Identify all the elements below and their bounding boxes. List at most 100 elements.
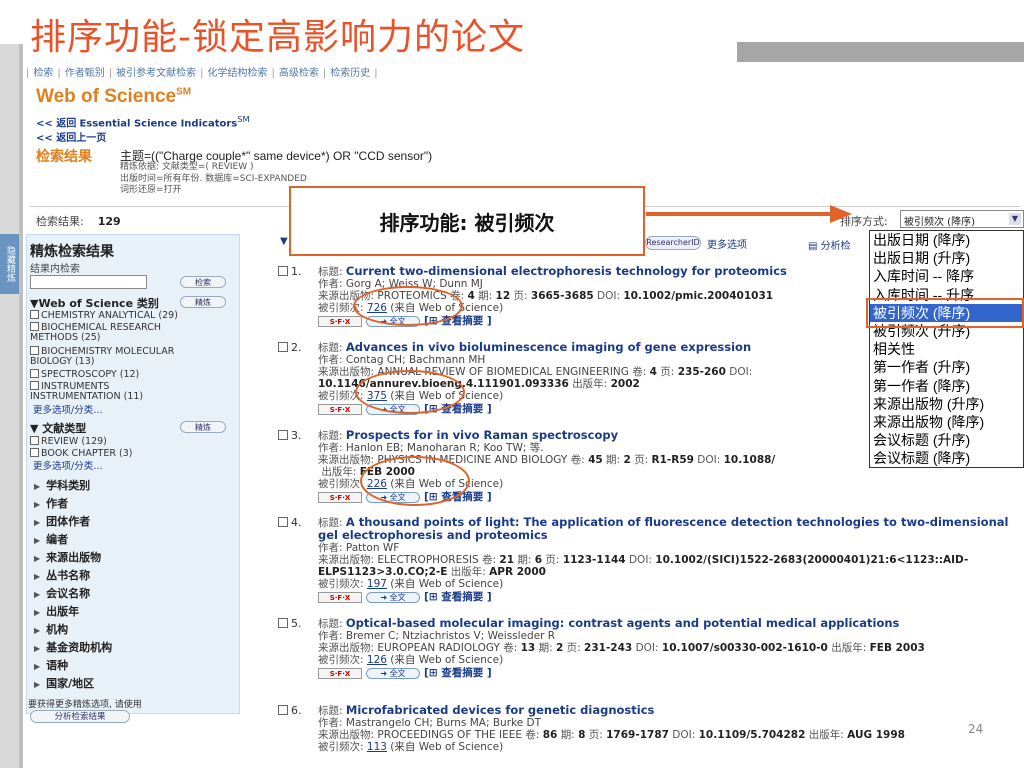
- back-links: << 返回 Essential Science IndicatorsSM << …: [36, 112, 250, 146]
- category-checkbox[interactable]: BIOCHEMICAL RESEARCH METHODS (25): [30, 322, 200, 343]
- category-checkbox[interactable]: SPECTROSCOPY (12): [30, 369, 139, 380]
- sidebar-title: 精炼检索结果: [30, 244, 114, 260]
- record-authors: Patton WF: [345, 542, 400, 554]
- back-up-link[interactable]: << 返回上一页: [36, 131, 250, 146]
- sidebar-item-editor[interactable]: ▶ 编者: [34, 531, 68, 547]
- triangle-right-icon: ▶: [34, 644, 41, 653]
- record-authors: Contag CH; Bachmann MH: [345, 354, 486, 366]
- left-decor-stripe: [0, 44, 19, 768]
- record-title-link[interactable]: Optical-based molecular imaging: contras…: [346, 616, 899, 630]
- sidebar-item-country[interactable]: ▶ 国家/地区: [34, 675, 94, 691]
- callout-box: 排序功能: 被引频次: [289, 186, 645, 256]
- record-title-link[interactable]: Prospects for in vivo Raman spectroscopy: [346, 428, 618, 442]
- more-options-link[interactable]: 更多选项: [707, 236, 747, 251]
- within-results-label: 结果内检索: [30, 264, 80, 275]
- page-number: 24: [968, 722, 984, 736]
- sfx-button[interactable]: S·F·X: [318, 591, 362, 603]
- nav-structure-search[interactable]: 化学结构检索: [204, 68, 272, 79]
- sidebar-item-author[interactable]: ▶ 作者: [34, 495, 68, 511]
- search-results-label: 检索结果: [36, 149, 92, 165]
- highlight-ellipse: [355, 370, 465, 414]
- triangle-right-icon: ▶: [34, 608, 41, 617]
- record-title-link[interactable]: Microfabricated devices for genetic diag…: [346, 703, 654, 717]
- category-checkbox[interactable]: BIOCHEMISTRY MOLECULAR BIOLOGY (13): [30, 346, 210, 367]
- highlight-ellipse: [360, 456, 470, 506]
- highlight-ellipse: [353, 286, 463, 326]
- chevron-down-icon: ▼: [1009, 213, 1021, 225]
- analyze-results-button[interactable]: 分析检索结果: [30, 710, 130, 723]
- triangle-right-icon: ▶: [34, 572, 41, 581]
- sort-option[interactable]: 出版日期 (降序): [870, 231, 1023, 249]
- results-toolbar: ▼: [280, 236, 288, 247]
- record-authors: Mastrangelo CH; Burns MA; Burke DT: [345, 717, 542, 729]
- more-doctypes-link[interactable]: 更多选项/分类…: [33, 458, 103, 472]
- nav-search-history[interactable]: 检索历史: [326, 68, 374, 79]
- full-text-button[interactable]: ➜ 全文: [366, 667, 420, 679]
- sidebar-item-source[interactable]: ▶ 来源出版物: [34, 549, 101, 565]
- times-cited-link[interactable]: 126: [367, 654, 387, 666]
- record-checkbox[interactable]: 1.: [278, 266, 302, 278]
- left-decor-stripe-inner: [19, 44, 23, 768]
- analyze-results-link[interactable]: ▤ 分析检: [808, 237, 851, 252]
- record-checkbox[interactable]: 4.: [278, 517, 302, 529]
- sfx-button[interactable]: S·F·X: [318, 667, 362, 679]
- refine-button[interactable]: 精炼: [180, 421, 226, 433]
- sidebar-item-organization[interactable]: ▶ 机构: [34, 621, 68, 637]
- slide-title: 排序功能-锁定高影响力的论文: [30, 17, 525, 58]
- sidebar-item-group-author[interactable]: ▶ 团体作者: [34, 513, 90, 529]
- full-text-button[interactable]: ➜ 全文: [366, 591, 420, 603]
- sfx-button[interactable]: S·F·X: [318, 403, 362, 415]
- within-results-input[interactable]: [30, 275, 147, 289]
- nav-search[interactable]: 检索: [29, 68, 57, 79]
- nav-cited-ref-search[interactable]: 被引参考文献检索: [112, 68, 200, 79]
- sidebar-item-language[interactable]: ▶ 语种: [34, 657, 68, 673]
- sidebar-item-subject[interactable]: ▶ 学科类别: [34, 477, 90, 493]
- sfx-button[interactable]: S·F·X: [318, 315, 362, 327]
- record-checkbox[interactable]: 5.: [278, 618, 302, 630]
- category-checkbox[interactable]: INSTRUMENTS INSTRUMENTATION (11): [30, 381, 200, 402]
- triangle-right-icon: ▶: [34, 536, 41, 545]
- nav-author-finder[interactable]: 作者甄别: [61, 68, 109, 79]
- refine-button[interactable]: 精炼: [180, 296, 226, 308]
- result-record: 5. 标题: Optical-based molecular imaging: …: [278, 617, 1018, 680]
- sidebar-item-series[interactable]: ▶ 丛书名称: [34, 567, 90, 583]
- record-checkbox[interactable]: 3.: [278, 430, 302, 442]
- hide-refine-tab[interactable]: 隐藏精炼: [0, 234, 19, 294]
- callout-arrow: [646, 212, 831, 216]
- doctype-checkbox[interactable]: REVIEW (129): [30, 436, 107, 447]
- triangle-right-icon: ▶: [34, 590, 41, 599]
- triangle-right-icon: ▶: [34, 500, 41, 509]
- results-count: 检索结果: 129: [36, 215, 121, 228]
- within-search-button[interactable]: 检索: [180, 276, 226, 288]
- record-title-link[interactable]: Advances in vivo bioluminescence imaging…: [346, 340, 751, 354]
- category-checkbox[interactable]: CHEMISTRY ANALYTICAL (29): [30, 310, 178, 321]
- refine-info: 精炼依据: 文献类型=( REVIEW ) 出版时间=所有年份. 数据库=SCI…: [120, 162, 307, 195]
- record-title-link[interactable]: A thousand points of light: The applicat…: [318, 515, 1008, 542]
- result-record: 4. 标题: A thousand points of light: The a…: [278, 516, 1018, 604]
- record-authors: Bremer C; Ntziachristos V; Weissleder R: [345, 630, 556, 642]
- times-cited-link[interactable]: 197: [367, 578, 387, 590]
- back-to-esi-link[interactable]: << 返回 Essential Science IndicatorsSM: [36, 112, 250, 131]
- doc-type-heading[interactable]: ▼ 文献类型: [30, 420, 86, 436]
- more-categories-link[interactable]: 更多选项/分类…: [33, 402, 103, 416]
- triangle-right-icon: ▶: [34, 554, 41, 563]
- sort-select[interactable]: 被引频次 (降序) ▼: [900, 210, 1024, 228]
- view-abstract-link[interactable]: [⊞ 查看摘要 ]: [424, 667, 492, 679]
- sidebar-item-funding[interactable]: ▶ 基金资助机构: [34, 639, 112, 655]
- nav-advanced-search[interactable]: 高级检索: [275, 68, 323, 79]
- slide: 排序功能-锁定高影响力的论文 | 检索 | 作者甄别 | 被引参考文献检索 | 化学结构检索 |…: [0, 0, 1024, 768]
- triangle-right-icon: ▶: [34, 680, 41, 689]
- sfx-button[interactable]: S·F·X: [318, 491, 362, 503]
- wos-category-heading[interactable]: ▼Web of Science 类别: [30, 295, 159, 311]
- triangle-right-icon: ▶: [34, 626, 41, 635]
- record-title-link[interactable]: Current two-dimensional electrophoresis …: [346, 264, 787, 278]
- record-checkbox[interactable]: 2.: [278, 342, 302, 354]
- times-cited-link[interactable]: 113: [367, 741, 387, 753]
- triangle-down-icon: ▼: [30, 422, 43, 435]
- sidebar-item-pubyear[interactable]: ▶ 出版年: [34, 603, 79, 619]
- record-checkbox[interactable]: 6.: [278, 705, 302, 717]
- view-abstract-link[interactable]: [⊞ 查看摘要 ]: [424, 591, 492, 603]
- researcher-id-button[interactable]: ResearcherID: [645, 236, 701, 250]
- title-decor-bar: [737, 42, 1024, 62]
- sidebar-item-conference[interactable]: ▶ 会议名称: [34, 585, 90, 601]
